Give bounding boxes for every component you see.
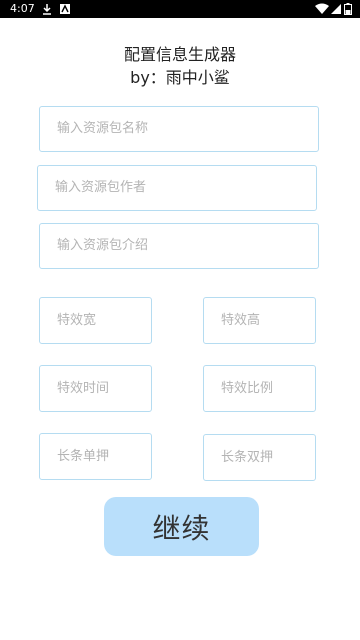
effect-ratio-input[interactable]: 特效比例 [203, 365, 316, 412]
pack-author-placeholder: 输入资源包作者 [55, 180, 147, 195]
effect-time-placeholder: 特效时间 [57, 380, 110, 396]
pack-intro-placeholder: 输入资源包介绍 [57, 238, 149, 253]
continue-button[interactable]: 继续 [104, 497, 259, 556]
status-bar: 4:07 [0, 0, 360, 18]
pack-name-placeholder: 输入资源包名称 [57, 121, 149, 136]
download-icon [43, 4, 51, 15]
continue-button-label: 继续 [152, 511, 211, 545]
effect-time-input[interactable]: 特效时间 [39, 365, 152, 412]
pack-author-input[interactable]: 输入资源包作者 [37, 165, 317, 211]
page-title: 配置信息生成器 [123, 45, 236, 64]
effect-width-placeholder: 特效宽 [57, 312, 97, 328]
status-time: 4:07 [10, 2, 35, 15]
effect-height-placeholder: 特效高 [221, 312, 261, 328]
long-single-input[interactable]: 长条单押 [39, 433, 152, 480]
effect-ratio-placeholder: 特效比例 [221, 380, 274, 396]
effect-height-input[interactable]: 特效高 [203, 297, 316, 344]
wifi-icon [315, 3, 329, 14]
author-label: by：雨中小鲨 [130, 68, 230, 87]
long-single-placeholder: 长条单押 [57, 448, 110, 464]
effect-width-input[interactable]: 特效宽 [39, 297, 152, 344]
long-double-placeholder: 长条双押 [221, 449, 274, 465]
battery-icon [344, 3, 352, 15]
notification-icon [60, 4, 70, 14]
pack-name-input[interactable]: 输入资源包名称 [39, 106, 319, 152]
app-screen: 4:07 配置信息生成器 by：雨中小鲨 输入资源包名称 输入资源包作者 输入资… [0, 0, 360, 640]
long-double-input[interactable]: 长条双押 [203, 434, 316, 481]
header: 配置信息生成器 by：雨中小鲨 [0, 43, 360, 89]
pack-intro-input[interactable]: 输入资源包介绍 [39, 223, 319, 269]
signal-icon [331, 4, 341, 14]
